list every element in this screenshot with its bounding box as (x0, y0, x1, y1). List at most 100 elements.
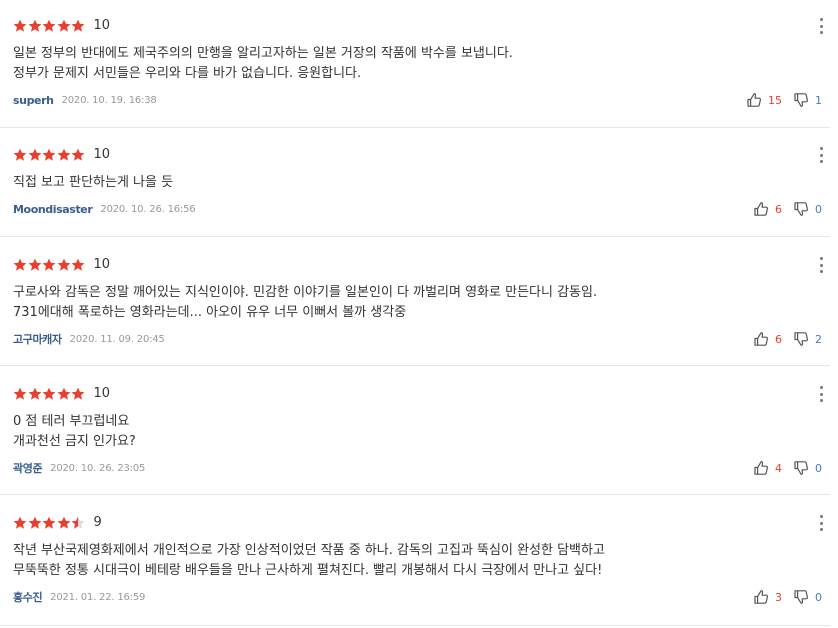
vote-buttons: 40 (753, 460, 822, 476)
dislike-count: 2 (815, 332, 822, 346)
review-text: 구로사와 감독은 정말 깨어있는 지식인이야. 민감한 이야기를 일본인이 다 … (13, 283, 597, 323)
like-button[interactable]: 6 (753, 201, 782, 217)
review-text-line: 0 점 테러 부끄럽네요 (13, 414, 130, 429)
thumbs-up-icon (753, 589, 769, 605)
star-icon (13, 387, 27, 401)
star-icon (28, 148, 42, 162)
dislike-count: 0 (815, 590, 822, 604)
star-icon (13, 148, 27, 162)
review-date: 2020. 11. 09. 20:45 (69, 333, 165, 345)
star-icon (71, 516, 85, 530)
like-button[interactable]: 15 (746, 92, 782, 108)
star-icon (57, 148, 71, 162)
review-date: 2020. 10. 26. 16:56 (100, 203, 196, 215)
like-count: 6 (775, 202, 782, 216)
review-text-line: 731에대해 폭로하는 영화라는데... 아오이 유우 너무 이뻐서 볼까 생각… (13, 305, 407, 320)
star-icon (57, 258, 71, 272)
review-text: 일본 정부의 반대에도 제국주의의 만행을 알리고자하는 일본 거장의 작품에 … (13, 44, 513, 84)
thumbs-down-icon (793, 92, 809, 108)
review-date: 2020. 10. 19. 16:38 (61, 94, 157, 106)
star-icon (28, 258, 42, 272)
star-icon (71, 19, 85, 33)
like-count: 4 (775, 461, 782, 475)
star-icon (28, 19, 42, 33)
dislike-button[interactable]: 0 (793, 201, 822, 217)
review-date: 2021. 01. 22. 16:59 (50, 591, 146, 603)
like-button[interactable]: 4 (753, 460, 782, 476)
review-text: 직접 보고 판단하는게 나을 듯 (13, 173, 173, 193)
rating-score: 9 (93, 515, 102, 530)
dislike-button[interactable]: 2 (793, 331, 822, 347)
star-rating (13, 148, 86, 162)
star-icon (28, 516, 42, 530)
review-meta: 고구마캐자 2020. 11. 09. 20:45 (13, 331, 165, 347)
star-rating (13, 516, 86, 530)
review-text-line: 무뚝뚝한 정통 시대극이 베테랑 배우들을 만나 근사하게 펼쳐진다. 빨리 개… (13, 563, 603, 578)
review-divider (0, 236, 830, 237)
more-vertical-icon[interactable] (816, 515, 826, 531)
author-name[interactable]: superh (13, 94, 54, 107)
rating-score: 10 (93, 147, 111, 162)
review-text-line: 작년 부산국제영화제에서 개인적으로 가장 인상적이었던 작품 중 하나. 감독… (13, 543, 605, 558)
review-date: 2020. 10. 26. 23:05 (50, 462, 146, 474)
thumbs-down-icon (793, 589, 809, 605)
vote-buttons: 30 (753, 589, 822, 605)
more-vertical-icon[interactable] (816, 147, 826, 163)
dislike-button[interactable]: 0 (793, 460, 822, 476)
star-icon (42, 516, 56, 530)
star-icon (28, 387, 42, 401)
vote-buttons: 62 (753, 331, 822, 347)
more-vertical-icon[interactable] (816, 386, 826, 402)
author-name[interactable]: 고구마캐자 (13, 331, 62, 347)
review-divider (0, 494, 830, 495)
rating-row: 9 (13, 514, 102, 532)
rating-score: 10 (93, 257, 111, 272)
like-count: 6 (775, 332, 782, 346)
author-name[interactable]: 홍수진 (13, 589, 43, 605)
review-divider (0, 127, 830, 128)
author-name[interactable]: Moondisaster (13, 203, 93, 216)
star-rating (13, 19, 86, 33)
author-name[interactable]: 곽영준 (13, 460, 43, 476)
rating-score: 10 (93, 18, 111, 33)
thumbs-up-icon (753, 201, 769, 217)
review-text: 작년 부산국제영화제에서 개인적으로 가장 인상적이었던 작품 중 하나. 감독… (13, 541, 605, 581)
star-icon (57, 516, 71, 530)
thumbs-down-icon (793, 331, 809, 347)
like-count: 3 (775, 590, 782, 604)
dislike-button[interactable]: 1 (793, 92, 822, 108)
star-icon (13, 516, 27, 530)
rating-row: 10 (13, 146, 110, 164)
review-divider (0, 365, 830, 366)
like-button[interactable]: 6 (753, 331, 782, 347)
more-vertical-icon[interactable] (816, 257, 826, 273)
star-icon (13, 19, 27, 33)
like-button[interactable]: 3 (753, 589, 782, 605)
review-meta: 홍수진 2021. 01. 22. 16:59 (13, 589, 145, 605)
vote-buttons: 15 1 (746, 92, 822, 108)
thumbs-down-icon (793, 460, 809, 476)
review-text-line: 개과천선 금지 인가요? (13, 434, 136, 449)
dislike-count: 0 (815, 461, 822, 475)
star-icon (57, 387, 71, 401)
star-icon (42, 148, 56, 162)
review-text-line: 직접 보고 판단하는게 나을 듯 (13, 175, 174, 190)
review-meta: superh 2020. 10. 19. 16:38 (13, 92, 157, 108)
more-vertical-icon[interactable] (816, 18, 826, 34)
star-icon (13, 258, 27, 272)
dislike-count: 1 (815, 93, 822, 107)
review-text-line: 정부가 문제지 서민들은 우리와 다를 바가 없습니다. 응원합니다. (13, 66, 362, 81)
star-icon (71, 258, 85, 272)
review-text-line: 일본 정부의 반대에도 제국주의의 만행을 알리고자하는 일본 거장의 작품에 … (13, 46, 513, 61)
rating-row: 10 (13, 385, 110, 403)
star-icon (42, 387, 56, 401)
star-icon (42, 258, 56, 272)
review-text: 0 점 테러 부끄럽네요개과천선 금지 인가요? (13, 412, 136, 452)
rating-row: 10 (13, 256, 110, 274)
thumbs-up-icon (753, 460, 769, 476)
dislike-count: 0 (815, 202, 822, 216)
dislike-button[interactable]: 0 (793, 589, 822, 605)
star-rating (13, 258, 86, 272)
thumbs-down-icon (793, 201, 809, 217)
thumbs-up-icon (753, 331, 769, 347)
